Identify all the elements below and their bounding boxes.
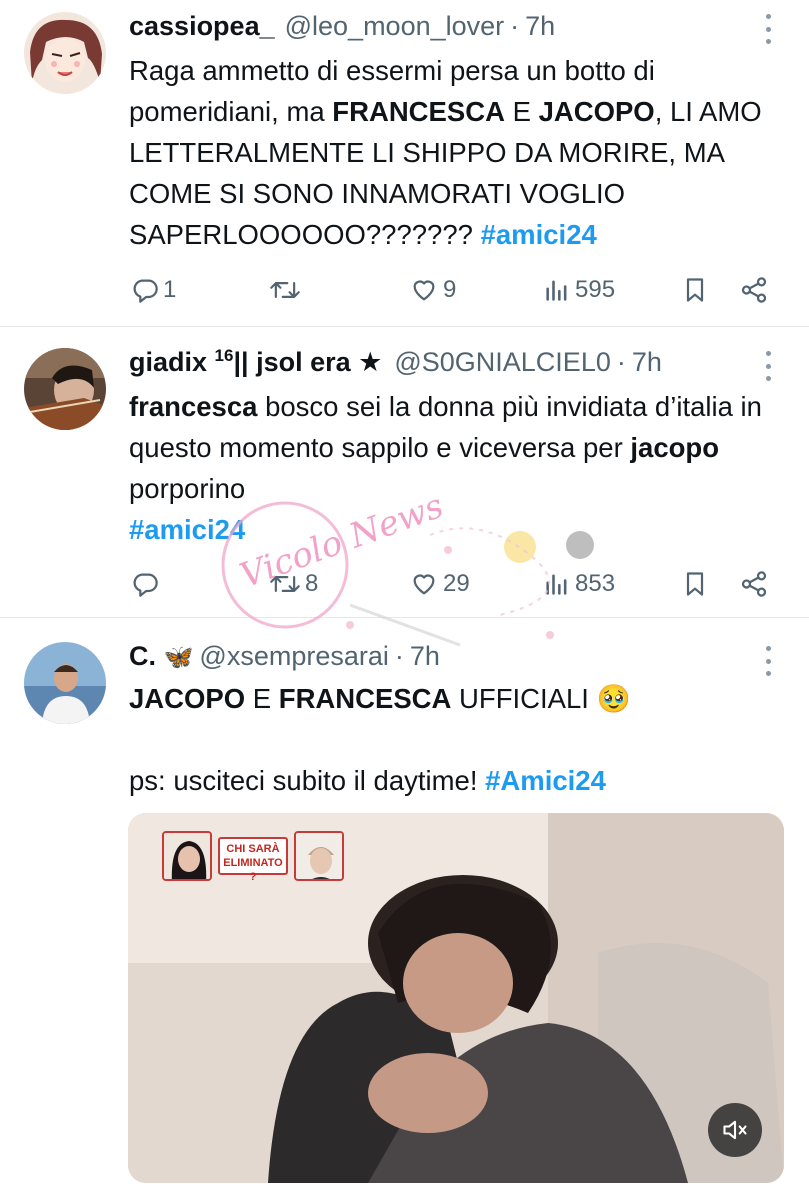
share-button[interactable] <box>739 564 769 604</box>
text-bold: JACOPO <box>538 96 655 127</box>
tweet-text: Raga ammetto di essermi persa un botto d… <box>129 50 779 255</box>
timestamp[interactable]: 7h <box>632 347 662 378</box>
tweet-2[interactable]: giadix 16|| jsol era ★ @S0GNIALCIEL0 · 7… <box>0 327 809 617</box>
separator: · <box>394 640 404 671</box>
video-player[interactable]: CHI SARÀ ELIMINATO ? <box>128 813 784 1183</box>
share-icon <box>741 571 767 597</box>
view-count: 595 <box>575 276 616 303</box>
text-bold: francesca <box>129 391 258 422</box>
hashtag-link[interactable]: #Amici24 <box>485 765 606 796</box>
name-superscript: 16 <box>214 346 234 365</box>
butterfly-emoji: 🦋 <box>163 643 194 671</box>
reply-button[interactable]: 1 <box>131 270 176 310</box>
elimination-label: CHI SARÀ ELIMINATO ? <box>218 837 288 883</box>
user-handle[interactable]: @leo_moon_lover <box>285 11 505 42</box>
like-icon <box>413 280 435 301</box>
name-part: C. <box>129 640 156 671</box>
bookmark-icon <box>686 278 704 302</box>
text-run: porporino <box>129 473 246 504</box>
tweet-1[interactable]: cassiopea_ @leo_moon_lover · 7h Raga amm… <box>0 0 809 326</box>
retweet-icon <box>270 576 300 592</box>
avatar[interactable] <box>24 12 106 94</box>
retweet-button[interactable]: 8 <box>269 564 318 604</box>
contestant-photo <box>294 831 344 881</box>
display-name[interactable]: C. 🦋 <box>129 641 193 672</box>
retweet-button[interactable] <box>269 270 305 310</box>
hashtag-link[interactable]: #amici24 <box>129 514 245 545</box>
like-icon <box>413 574 435 595</box>
mute-button[interactable] <box>708 1103 762 1157</box>
name-part: giadix <box>129 347 208 377</box>
video-overlay-badge: CHI SARÀ ELIMINATO ? <box>162 831 348 883</box>
text-bold: jacopo <box>630 432 720 463</box>
timestamp[interactable]: 7h <box>410 641 440 672</box>
retweet-icon <box>270 282 300 298</box>
views-icon <box>546 574 567 595</box>
reply-button[interactable] <box>131 564 163 604</box>
avatar[interactable] <box>24 642 106 724</box>
name-part: || jsol era ★ <box>233 347 383 377</box>
bookmark-button[interactable] <box>681 564 709 604</box>
tweet-text: JACOPO E FRANCESCA UFFICIALI 🥹 ps: uscit… <box>129 678 779 801</box>
text-run: ps: usciteci subito il daytime! <box>129 765 486 796</box>
more-icon[interactable] <box>760 351 776 381</box>
mute-icon <box>723 1120 747 1140</box>
action-bar: 8 29 853 <box>129 564 779 604</box>
share-button[interactable] <box>739 270 769 310</box>
retweet-count: 8 <box>305 570 319 597</box>
text-run: E <box>245 683 279 714</box>
action-bar: 1 9 595 <box>129 270 779 310</box>
share-icon <box>741 277 767 303</box>
text-bold: JACOPO <box>129 683 246 714</box>
avatar[interactable] <box>24 348 106 430</box>
more-icon[interactable] <box>760 14 776 44</box>
bookmark-icon <box>686 572 704 596</box>
like-button[interactable]: 29 <box>409 564 470 604</box>
like-count: 9 <box>443 276 457 303</box>
user-handle[interactable]: @S0GNIALCIEL0 <box>394 347 611 378</box>
tweet-text: francesca bosco sei la donna più invidia… <box>129 386 779 550</box>
separator: · <box>616 346 626 377</box>
text-bold: FRANCESCA <box>332 96 505 127</box>
reply-icon <box>133 279 158 303</box>
views-button[interactable]: 595 <box>543 270 615 310</box>
display-name[interactable]: giadix 16|| jsol era ★ <box>129 346 382 378</box>
tweet-header: C. 🦋 @xsempresarai · 7h <box>129 638 440 674</box>
pleading-face-emoji: 🥹 <box>596 683 631 714</box>
user-handle[interactable]: @xsempresarai <box>199 641 388 672</box>
like-button[interactable]: 9 <box>409 270 456 310</box>
text-run: E <box>504 96 539 127</box>
views-button[interactable]: 853 <box>543 564 615 604</box>
timestamp[interactable]: 7h <box>525 11 555 42</box>
contestant-photo <box>162 831 212 881</box>
reply-count: 1 <box>163 276 177 303</box>
hashtag-link[interactable]: #amici24 <box>481 219 597 250</box>
like-count: 29 <box>443 570 470 597</box>
bookmark-button[interactable] <box>681 270 709 310</box>
text-run: UFFICIALI <box>451 683 597 714</box>
reply-icon <box>133 573 158 597</box>
display-name[interactable]: cassiopea_ <box>129 11 275 42</box>
views-icon <box>546 280 567 301</box>
view-count: 853 <box>575 570 616 597</box>
tweet-header: cassiopea_ @leo_moon_lover · 7h <box>129 8 555 44</box>
more-icon[interactable] <box>760 646 776 676</box>
separator: · <box>510 10 520 41</box>
tweet-header: giadix 16|| jsol era ★ @S0GNIALCIEL0 · 7… <box>129 344 662 380</box>
text-bold: FRANCESCA <box>278 683 452 714</box>
